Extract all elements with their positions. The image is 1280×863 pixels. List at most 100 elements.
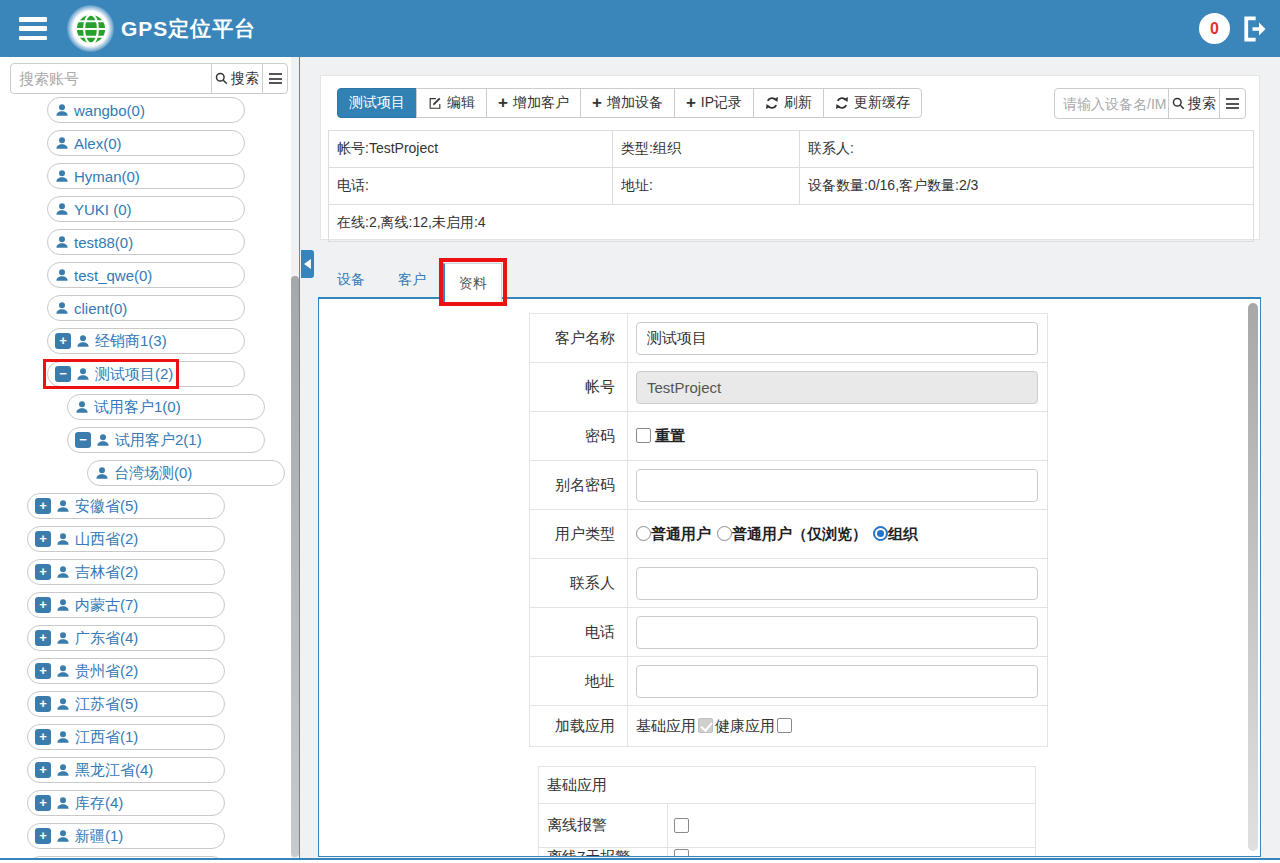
user-icon [56, 829, 70, 843]
toolbar-button-add-customer[interactable]: + 增加客户 [486, 88, 581, 118]
form-value-cell [628, 657, 1048, 706]
toolbar-button-update-cache[interactable]: 更新缓存 [823, 88, 922, 118]
tree-item[interactable]: +江苏省(5) [27, 691, 225, 717]
form-input-customer-name[interactable] [636, 322, 1038, 355]
plus-icon: + [498, 96, 508, 110]
sidebar-scrollbar[interactable] [291, 276, 299, 857]
tree-item-label: 经销商1(3) [95, 332, 167, 351]
plus-toggle-icon[interactable]: + [35, 663, 51, 679]
menu-lines-icon [269, 73, 282, 84]
toolbar-button-ip-log[interactable]: +IP记录 [674, 88, 754, 118]
tree-item-label: YUKI (0) [74, 201, 132, 218]
tree-item[interactable]: +库存(4) [27, 790, 225, 816]
form-scrollbar[interactable] [1248, 303, 1258, 851]
tree-item[interactable]: −测试项目(2) [47, 361, 245, 387]
form-input-address[interactable] [636, 665, 1038, 698]
tree-item[interactable]: wangbo(0) [47, 97, 245, 123]
plus-toggle-icon[interactable]: + [35, 597, 51, 613]
user-icon [55, 136, 69, 150]
tree-item-label: Hyman(0) [74, 168, 140, 185]
sidebar-collapse-handle[interactable] [301, 250, 314, 278]
tree-item[interactable]: +新疆(1) [27, 823, 225, 849]
tree-item[interactable]: client(0) [47, 295, 245, 321]
tree-item[interactable]: test88(0) [47, 229, 245, 255]
toolbar-button-current-customer[interactable]: 测试项目 [337, 88, 417, 118]
user-icon [56, 565, 70, 579]
tree-item[interactable]: +广东省(4) [27, 625, 225, 651]
tree-item[interactable]: Alex(0) [47, 130, 245, 156]
user-icon [55, 301, 69, 315]
plus-toggle-icon[interactable]: + [35, 498, 51, 514]
form-input-alias-password[interactable] [636, 469, 1038, 502]
info-cell-type: 类型:组织 [613, 131, 800, 168]
radio-label: 普通用户 [651, 525, 711, 542]
plus-toggle-icon[interactable]: + [35, 531, 51, 547]
form-input-contact[interactable] [636, 567, 1038, 600]
plus-toggle-icon[interactable]: + [35, 696, 51, 712]
info-cell-address: 地址: [613, 168, 800, 205]
plus-toggle-icon[interactable]: + [35, 630, 51, 646]
device-search-button[interactable]: 搜索 [1168, 88, 1220, 119]
tree-item-label: 山西省(2) [75, 530, 138, 549]
toolbar-button-label: 增加设备 [607, 94, 663, 112]
tree-item[interactable]: 试用客户1(0) [67, 394, 265, 420]
tree-item[interactable]: +贵州省(2) [27, 658, 225, 684]
section-checkbox[interactable] [674, 818, 689, 833]
plus-toggle-icon[interactable]: + [35, 828, 51, 844]
user-icon [56, 499, 70, 513]
toolbar-button-group: 测试项目编辑 + 增加客户 +增加设备+IP记录刷新更新缓存 [337, 88, 922, 118]
plus-toggle-icon[interactable]: + [55, 333, 71, 349]
plus-toggle-icon[interactable]: + [35, 729, 51, 745]
checkbox-label: 重置 [655, 427, 685, 444]
user-icon [56, 763, 70, 777]
device-search-input[interactable] [1054, 88, 1169, 119]
info-cell-account: 帐号:TestProject [329, 131, 613, 168]
plus-toggle-icon[interactable]: + [35, 564, 51, 580]
tree-item[interactable]: −试用客户2(1) [67, 427, 265, 453]
toolbar-button-edit[interactable]: 编辑 [416, 88, 487, 118]
tree-item[interactable]: +江西省(1) [27, 724, 225, 750]
account-search-input[interactable] [10, 63, 212, 94]
plus-toggle-icon[interactable]: + [35, 795, 51, 811]
section-checkbox[interactable] [674, 849, 689, 857]
plus-toggle-icon[interactable]: + [35, 762, 51, 778]
tree-item[interactable]: YUKI (0) [47, 196, 245, 222]
device-search-menu-button[interactable] [1219, 88, 1246, 119]
tree-item[interactable]: + 经销商1(3) [47, 328, 245, 354]
toolbar-button-refresh[interactable]: 刷新 [753, 88, 824, 118]
form-label: 联系人 [530, 559, 628, 608]
app-checkbox[interactable] [698, 718, 713, 733]
tree-item[interactable]: +吉林省(2) [27, 559, 225, 585]
tab-device[interactable]: 设备 [337, 271, 365, 289]
menu-hamburger-icon[interactable] [19, 17, 47, 40]
tree-item[interactable]: +安徽省(5) [27, 493, 225, 519]
tree-item[interactable]: +黑龙江省(4) [27, 757, 225, 783]
user-icon [56, 697, 70, 711]
form-input-account[interactable] [636, 371, 1038, 404]
toolbar-button-label: 增加客户 [513, 94, 569, 112]
app-checkbox[interactable] [777, 718, 792, 733]
section-row-value [668, 848, 1036, 858]
tree-item[interactable]: +内蒙古(7) [27, 592, 225, 618]
tab-customer[interactable]: 客户 [398, 271, 426, 289]
user-type-radio[interactable] [717, 526, 732, 541]
tree-item[interactable]: 台湾场测(0) [87, 460, 285, 486]
tree-item[interactable]: Hyman(0) [47, 163, 245, 189]
notification-badge[interactable]: 0 [1199, 13, 1230, 44]
toolbar-button-add-device[interactable]: +增加设备 [580, 88, 675, 118]
form-value-cell [628, 314, 1048, 363]
tree-item-label: wangbo(0) [74, 102, 145, 119]
logout-icon[interactable] [1240, 14, 1270, 44]
account-search-button[interactable]: 搜索 [211, 63, 263, 94]
sidebar-menu-button[interactable] [262, 63, 288, 94]
minus-toggle-icon[interactable]: − [75, 432, 91, 448]
tree-item[interactable]: + 山西省(2) [27, 526, 225, 552]
tree-item-label: Alex(0) [74, 135, 122, 152]
user-icon [56, 730, 70, 744]
form-input-phone[interactable] [636, 616, 1038, 649]
user-type-radio[interactable] [636, 526, 651, 541]
user-type-radio[interactable] [873, 526, 888, 541]
user-icon [55, 235, 69, 249]
reset-password-checkbox[interactable] [636, 428, 651, 443]
tree-item[interactable]: test_qwe(0) [47, 262, 245, 288]
